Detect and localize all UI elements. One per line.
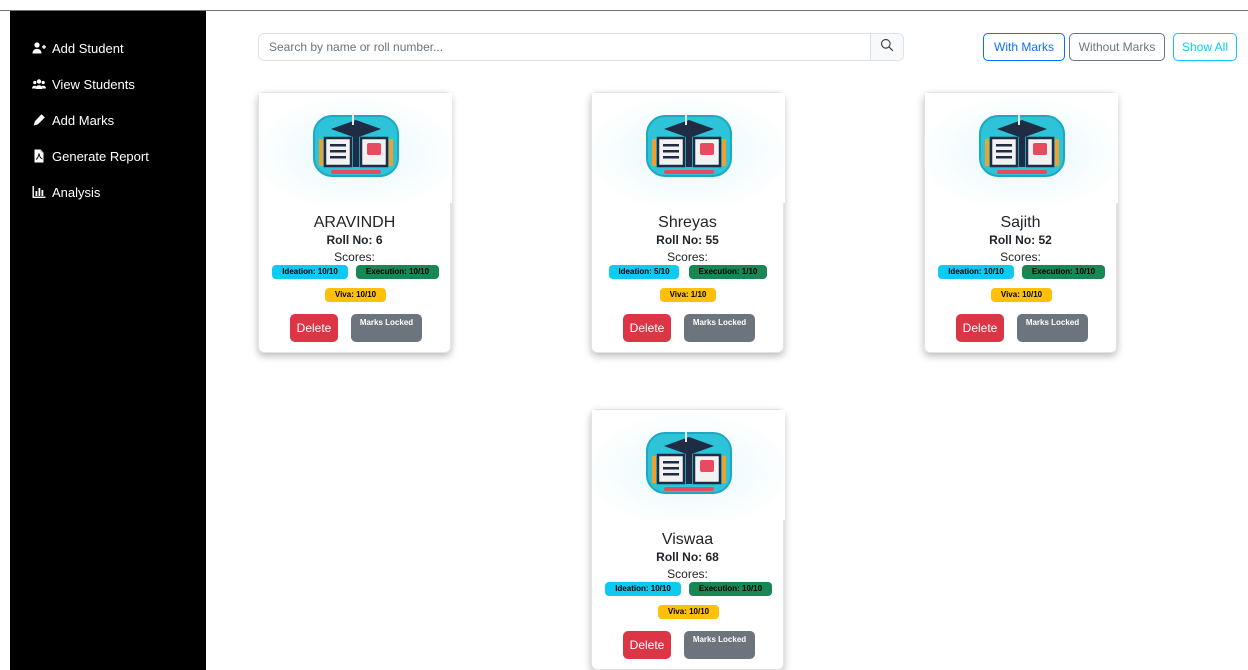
student-name: Shreyas: [658, 214, 717, 231]
student-roll: Roll No: 55: [656, 233, 719, 247]
users-icon: [32, 77, 46, 91]
sidebar-item-generate-report[interactable]: Generate Report: [32, 145, 149, 167]
search-button[interactable]: [870, 34, 903, 60]
delete-button[interactable]: Delete: [623, 631, 671, 659]
bar-chart-icon: [32, 185, 46, 199]
student-card: Sajith Roll No: 52 Scores: Ideation: 10/…: [924, 92, 1118, 353]
sidebar-item-analysis[interactable]: Analysis: [32, 181, 100, 203]
sidebar-item-label: Analysis: [52, 184, 101, 200]
student-name: Sajith: [1000, 214, 1041, 231]
student-roll: Roll No: 68: [656, 550, 719, 564]
search-icon: [880, 38, 894, 57]
delete-button[interactable]: Delete: [956, 314, 1004, 342]
student-card: Viswaa Roll No: 68 Scores: Ideation: 10/…: [591, 409, 785, 670]
book-icon: [259, 93, 452, 203]
marks-locked-button[interactable]: Marks Locked: [684, 314, 755, 342]
viva-badge: Viva: 10/10: [991, 288, 1052, 302]
scores-label: Scores:: [667, 250, 708, 264]
marks-locked-button[interactable]: Marks Locked: [351, 314, 422, 342]
scores-label: Scores:: [667, 567, 708, 581]
viva-badge: Viva: 10/10: [325, 288, 386, 302]
student-roll: Roll No: 6: [326, 233, 383, 247]
sidebar-item-label: Add Marks: [52, 112, 115, 128]
sidebar: Add Student View Students Add Marks Gene…: [10, 11, 206, 670]
sidebar-item-label: Add Student: [52, 40, 124, 56]
student-name: Viswaa: [661, 531, 714, 548]
execution-badge: Execution: 1/10: [689, 265, 767, 279]
ideation-badge: Ideation: 10/10: [605, 582, 681, 596]
student-name: ARAVINDH: [313, 214, 396, 231]
sidebar-item-add-student[interactable]: Add Student: [32, 37, 124, 59]
ideation-badge: Ideation: 10/10: [938, 265, 1014, 279]
book-icon: [592, 93, 785, 203]
sidebar-item-view-students[interactable]: View Students: [32, 73, 135, 95]
search-input[interactable]: [259, 34, 870, 60]
ideation-badge: Ideation: 5/10: [609, 265, 679, 279]
with-marks-button[interactable]: With Marks: [983, 33, 1065, 61]
student-roll: Roll No: 52: [989, 233, 1052, 247]
marks-locked-button[interactable]: Marks Locked: [1017, 314, 1088, 342]
student-card: Shreyas Roll No: 55 Scores: Ideation: 5/…: [591, 92, 785, 353]
scores-label: Scores:: [334, 250, 375, 264]
execution-badge: Execution: 10/10: [689, 582, 772, 596]
delete-button[interactable]: Delete: [623, 314, 671, 342]
sidebar-item-label: Generate Report: [52, 148, 149, 164]
book-icon: [592, 410, 785, 520]
execution-badge: Execution: 10/10: [356, 265, 439, 279]
ideation-badge: Ideation: 10/10: [272, 265, 348, 279]
pdf-file-icon: [32, 149, 46, 163]
delete-button[interactable]: Delete: [290, 314, 338, 342]
execution-badge: Execution: 10/10: [1022, 265, 1105, 279]
sidebar-item-label: View Students: [52, 76, 135, 92]
sidebar-item-add-marks[interactable]: Add Marks: [32, 109, 114, 131]
marks-locked-button[interactable]: Marks Locked: [684, 631, 755, 659]
viva-badge: Viva: 1/10: [660, 288, 716, 302]
student-card: ARAVINDH Roll No: 6 Scores: Ideation: 10…: [258, 92, 452, 353]
viva-badge: Viva: 10/10: [658, 605, 719, 619]
user-plus-icon: [32, 41, 46, 55]
show-all-button[interactable]: Show All: [1173, 33, 1237, 61]
without-marks-button[interactable]: Without Marks: [1069, 33, 1165, 61]
scores-label: Scores:: [1000, 250, 1041, 264]
search-bar: [258, 33, 904, 61]
pen-icon: [32, 113, 46, 127]
book-icon: [925, 93, 1118, 203]
